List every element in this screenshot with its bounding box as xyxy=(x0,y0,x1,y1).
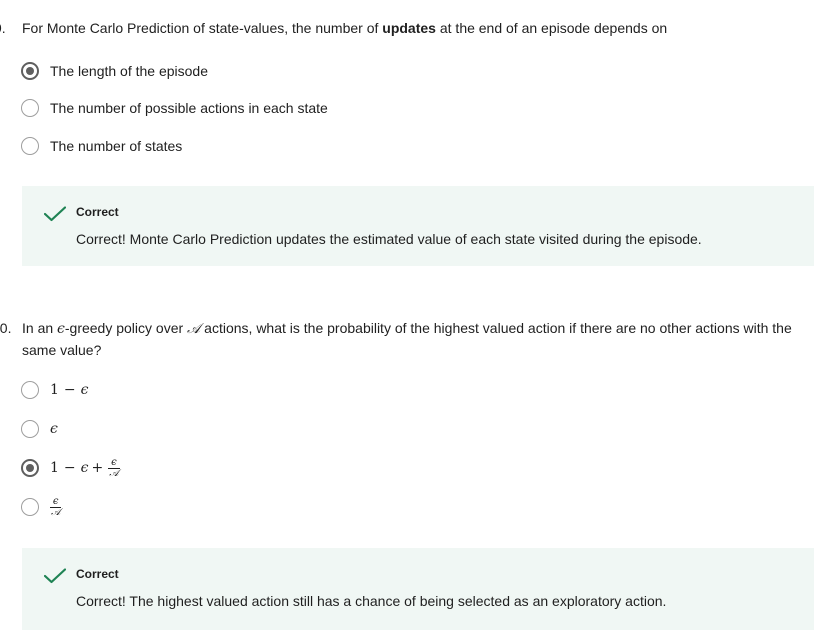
answer-option-label: The number of possible actions in each s… xyxy=(50,100,328,116)
question-text-bold: updates xyxy=(382,20,436,36)
feedback-status: Correct xyxy=(76,205,119,219)
math-epsilon: ϵ xyxy=(50,421,58,437)
math-fraction: ϵ 𝒜 xyxy=(108,456,120,479)
answer-option-label: The number of states xyxy=(50,138,183,154)
answer-option[interactable]: ϵ xyxy=(21,418,58,440)
question-text-part: For Monte Carlo Prediction of state-valu… xyxy=(22,20,383,36)
fraction-denominator: 𝒜 xyxy=(50,506,62,518)
question-text: In an ϵ-greedy policy over 𝒜 actions, wh… xyxy=(22,318,812,361)
radio-button[interactable] xyxy=(21,420,39,438)
math-minus: − xyxy=(63,382,76,398)
math-epsilon: ϵ xyxy=(80,460,89,476)
checkmark-icon xyxy=(44,568,66,584)
feedback-status: Correct xyxy=(76,567,119,581)
quiz-page: 9. For Monte Carlo Prediction of state-v… xyxy=(0,0,814,636)
feedback-message: Correct! Monte Carlo Prediction updates … xyxy=(76,231,702,247)
answer-option[interactable]: 1 − ϵ xyxy=(21,379,89,401)
math-epsilon: ϵ xyxy=(80,382,89,398)
answer-option[interactable]: The number of possible actions in each s… xyxy=(21,97,328,119)
answer-option[interactable]: The number of states xyxy=(21,135,182,157)
question-text: For Monte Carlo Prediction of state-valu… xyxy=(22,18,812,39)
question-text-part: at the end of an episode depends on xyxy=(435,20,668,36)
math-one: 1 xyxy=(50,460,59,476)
question-text-part: In an xyxy=(22,320,58,336)
math-one: 1 xyxy=(50,382,59,398)
radio-button-selected[interactable] xyxy=(21,62,39,80)
question-text-part: -greedy policy over xyxy=(64,320,188,336)
radio-button-selected[interactable] xyxy=(21,459,39,477)
answer-option[interactable]: 1 − ϵ + ϵ 𝒜 xyxy=(21,457,120,479)
feedback-box: Correct Correct! The highest valued acti… xyxy=(22,548,814,630)
answer-option-label: The length of the episode xyxy=(50,63,209,79)
radio-button[interactable] xyxy=(21,381,39,399)
question-number: 9. xyxy=(0,20,6,36)
feedback-box: Correct Correct! Monte Carlo Prediction … xyxy=(22,186,814,266)
fraction-denominator: 𝒜 xyxy=(108,467,120,479)
question-number: 10. xyxy=(0,320,12,336)
answer-option-math: 1 − ϵ + ϵ 𝒜 xyxy=(50,456,120,479)
answer-option-math: ϵ 𝒜 xyxy=(50,495,62,518)
fraction-numerator: ϵ xyxy=(52,495,59,507)
answer-option[interactable]: The length of the episode xyxy=(21,60,208,82)
fraction-numerator: ϵ xyxy=(111,456,117,468)
radio-button[interactable] xyxy=(21,498,39,516)
answer-option-math: ϵ xyxy=(50,421,58,437)
answer-option-math: 1 − ϵ xyxy=(50,382,89,398)
radio-button[interactable] xyxy=(21,137,39,155)
feedback-message: Correct! The highest valued action still… xyxy=(76,593,667,609)
action-set-symbol: 𝒜 xyxy=(187,321,201,337)
answer-option[interactable]: ϵ 𝒜 xyxy=(21,495,62,518)
math-fraction: ϵ 𝒜 xyxy=(50,495,62,518)
math-plus: + xyxy=(91,460,104,476)
radio-button[interactable] xyxy=(21,99,39,117)
math-minus: − xyxy=(63,460,76,476)
epsilon-symbol: ϵ xyxy=(57,321,65,337)
checkmark-icon xyxy=(44,206,66,222)
